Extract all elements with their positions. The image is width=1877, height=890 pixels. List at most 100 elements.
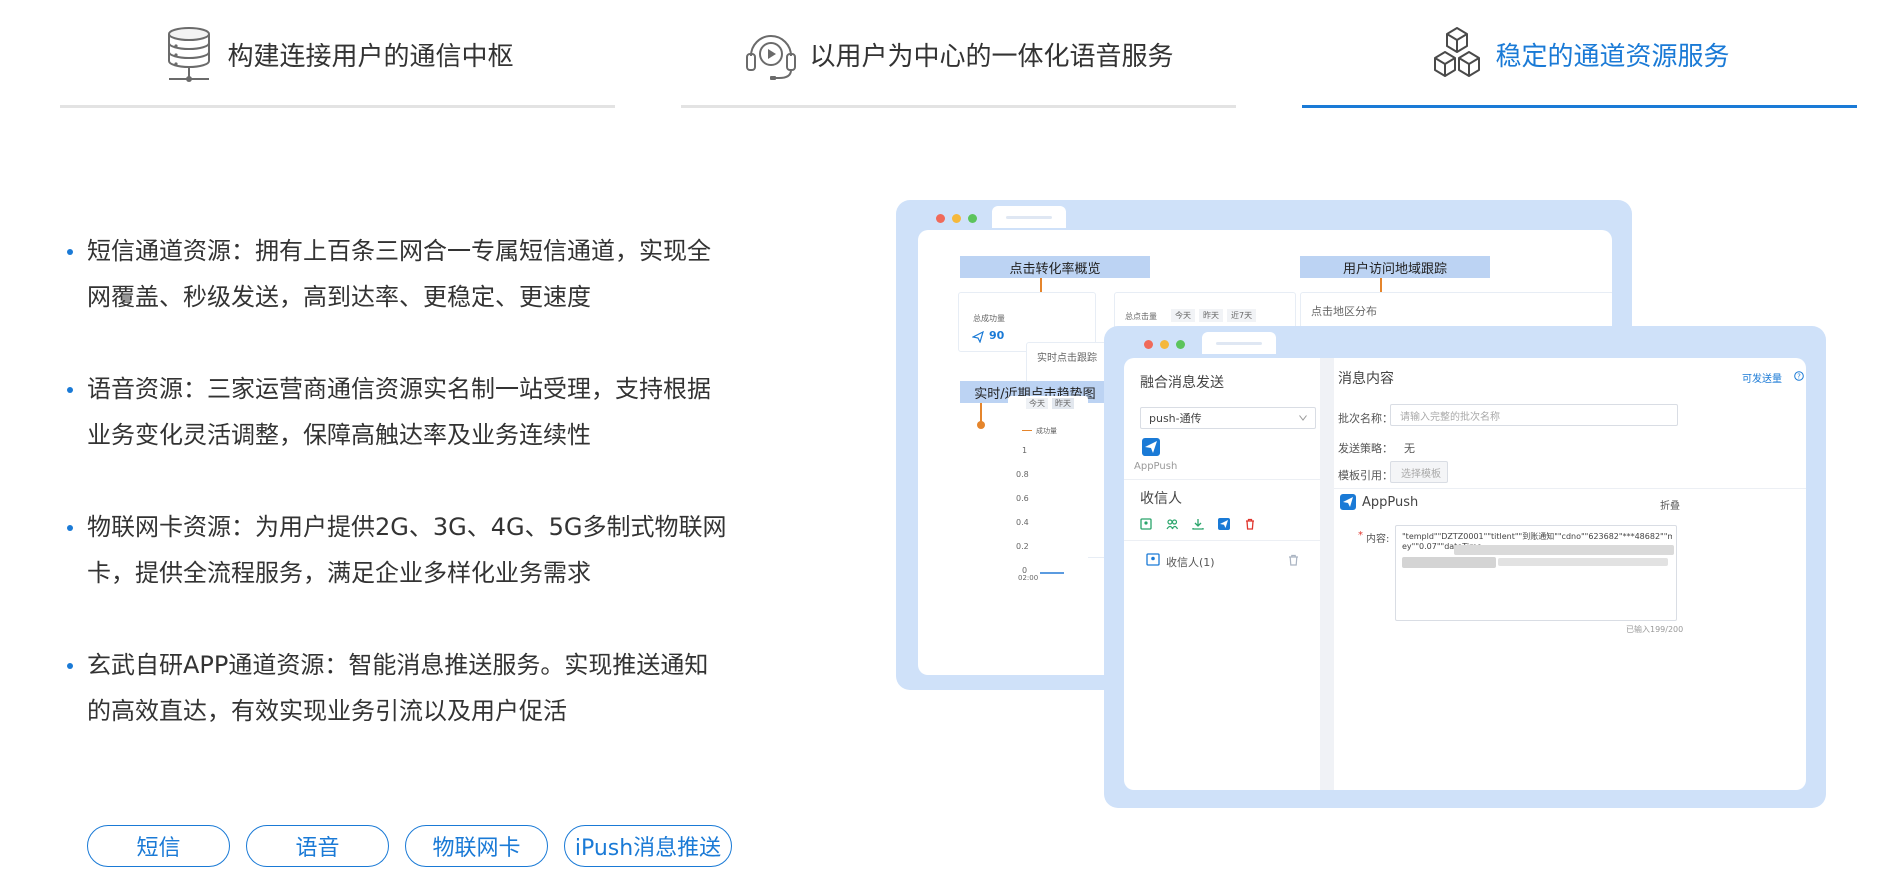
group-icon[interactable]: [1166, 518, 1178, 530]
trash-icon[interactable]: [1288, 554, 1299, 566]
list-item-line: 玄武自研APP通道资源：智能消息推送服务。实现推送通知: [87, 651, 709, 679]
tab-underline: [681, 105, 1236, 108]
send-panel: 融合消息发送 push-通传 AppPush 收信人 收信人(1): [1124, 358, 1320, 790]
content-panel: 消息内容 可发送量 ? 批次名称： 请输入完整的批次名称 发送策略： 无 模板引…: [1334, 358, 1806, 790]
y-tick: 0.8: [1016, 470, 1029, 479]
legend-marker: [1022, 430, 1032, 431]
tag-sms-button[interactable]: 短信: [87, 825, 230, 867]
help-icon[interactable]: ?: [1794, 371, 1804, 381]
tag-ipush-button[interactable]: iPush消息推送: [564, 825, 732, 867]
contact-card-icon: [1146, 553, 1160, 566]
window-tab: [1202, 332, 1276, 354]
success-value: 90: [989, 329, 1005, 342]
tab-channel-resources[interactable]: 稳定的通道资源服务: [1302, 0, 1857, 108]
realtime-text: 实时点击跟踪: [1037, 353, 1097, 364]
strategy-value: 无: [1404, 442, 1415, 455]
click-label: 总点击量: [1125, 312, 1157, 321]
send-icon[interactable]: [1218, 518, 1230, 530]
collapse-button[interactable]: 折叠: [1660, 497, 1680, 512]
content-line: "templd""DZTZ0001""titlent""到账通知""cdno""…: [1402, 532, 1672, 541]
redacted-text: [1402, 557, 1496, 568]
tag-iot-card-button[interactable]: 物联网卡: [405, 825, 548, 867]
tab-underline: [60, 105, 615, 108]
send-panel-title: 融合消息发送: [1140, 375, 1224, 391]
batch-name-placeholder: 请输入完整的批次名称: [1400, 411, 1500, 423]
select-template-button[interactable]: 选择模板: [1390, 461, 1448, 483]
window-controls: [1144, 340, 1185, 349]
list-item: 短信通道资源：拥有上百条三网合一专属短信通道，实现全 网覆盖、秒级发送，高到达率…: [62, 228, 752, 320]
filter-today[interactable]: 今天: [1171, 309, 1195, 322]
svg-text:?: ?: [1797, 373, 1801, 381]
contact-card-icon[interactable]: [1140, 518, 1152, 530]
message-send-window: 融合消息发送 push-通传 AppPush 收信人 收信人(1) 消息内容 可…: [1104, 326, 1826, 808]
x-tick: 02:00: [1018, 574, 1039, 582]
close-dot: [936, 214, 945, 223]
trend-tab-today[interactable]: 今天: [1026, 398, 1048, 409]
divider: [1124, 479, 1320, 480]
list-item-line: 业务变化灵活调整，保障高触达率及业务连续性: [87, 421, 591, 449]
list-item-line: 网覆盖、秒级发送，高到达率、更稳定、更速度: [87, 283, 591, 311]
divider: [1334, 488, 1806, 489]
redacted-text: [1498, 558, 1668, 566]
list-item-line: 物联网卡资源：为用户提供2G、3G、4G、5G多制式物联网: [87, 513, 727, 541]
list-item: 玄武自研APP通道资源：智能消息推送服务。实现推送通知 的高效直达，有效实现业务…: [62, 642, 752, 734]
char-counter: 已输入199/200: [1626, 625, 1684, 634]
headset-icon: [746, 35, 797, 80]
chevron-down-icon: [1299, 415, 1307, 421]
minimize-dot: [1160, 340, 1169, 349]
redacted-text: [1454, 545, 1674, 555]
filter-yesterday[interactable]: 昨天: [1199, 309, 1223, 322]
tab-bar: 构建连接用户的通信中枢 以用户为中心的一体化语音服务 稳定的通道资源服务: [0, 0, 1877, 110]
tag-voice-button[interactable]: 语音: [246, 825, 389, 867]
success-label: 总成功量: [973, 314, 1005, 323]
list-item-line: 的高效直达，有效实现业务引流以及用户促活: [87, 697, 567, 725]
list-item: 语音资源：三家运营商通信资源实名制一站受理，支持根据 业务变化灵活调整，保障高触…: [62, 366, 752, 458]
batch-name-input[interactable]: 请输入完整的批次名称: [1390, 404, 1678, 426]
maximize-dot: [1176, 340, 1185, 349]
trash-icon[interactable]: [1244, 518, 1256, 530]
y-tick: 0.4: [1016, 518, 1029, 527]
region-text: 点击地区分布: [1311, 305, 1377, 318]
list-item-line: 语音资源：三家运营商通信资源实名制一站受理，支持根据: [87, 375, 711, 403]
available-link[interactable]: 可发送量: [1742, 370, 1782, 385]
select-template-label: 选择模板: [1401, 468, 1441, 480]
message-send-content: 融合消息发送 push-通传 AppPush 收信人 收信人(1) 消息内容 可…: [1124, 358, 1806, 790]
trend-line: [1040, 572, 1064, 574]
content-textarea[interactable]: "templd""DZTZ0001""titlent""到账通知""cdno""…: [1395, 525, 1677, 621]
batch-label: 批次名称：: [1338, 412, 1393, 425]
y-tick: 0.2: [1016, 542, 1029, 551]
legend-label: 成功量: [1036, 427, 1057, 435]
tag-list: 短信 语音 物联网卡 iPush消息推送: [87, 825, 732, 867]
window-controls: [936, 214, 977, 223]
content-panel-title: 消息内容: [1338, 371, 1394, 387]
list-item-line: 卡，提供全流程服务，满足企业多样化业务需求: [87, 559, 591, 587]
y-tick: 1: [1022, 446, 1028, 455]
tab-label: 稳定的通道资源服务: [1495, 41, 1730, 72]
download-icon[interactable]: [1192, 518, 1204, 530]
tab-communication-hub[interactable]: 构建连接用户的通信中枢: [60, 0, 615, 108]
divider: [1124, 540, 1320, 541]
maximize-dot: [968, 214, 977, 223]
list-item: 物联网卡资源：为用户提供2G、3G、4G、5G多制式物联网 卡，提供全流程服务，…: [62, 504, 752, 596]
content-label: 内容:: [1366, 534, 1390, 545]
channel-select[interactable]: push-通传: [1140, 407, 1316, 429]
tab-label: 构建连接用户的通信中枢: [227, 41, 514, 72]
apppush-title: AppPush: [1362, 495, 1419, 510]
tab-voice-service[interactable]: 以用户为中心的一体化语音服务: [681, 0, 1236, 108]
apppush-label: AppPush: [1134, 461, 1178, 472]
template-label: 模板引用：: [1338, 469, 1393, 482]
recipient-item[interactable]: 收信人(1): [1166, 554, 1215, 570]
filter-7days[interactable]: 近7天: [1227, 309, 1257, 322]
required-mark: *: [1358, 530, 1363, 541]
trend-chart: 今天 昨天 成功量 1 0.8 0.6 0.4 0.2 0 02:00: [1008, 396, 1088, 588]
recipient-title: 收信人: [1140, 491, 1182, 507]
pin-marker: [977, 403, 985, 429]
recipient-toolbar: [1140, 518, 1280, 532]
strategy-label: 发送策略：: [1338, 442, 1393, 455]
trend-tab-yesterday[interactable]: 昨天: [1052, 398, 1074, 409]
region-label: 用户访问地域跟踪: [1300, 256, 1490, 278]
database-icon: [168, 27, 211, 82]
apppush-icon[interactable]: [1142, 438, 1160, 456]
feature-list: 短信通道资源：拥有上百条三网合一专属短信通道，实现全 网覆盖、秒级发送，高到达率…: [62, 228, 752, 780]
conversion-label: 点击转化率概览: [960, 256, 1150, 278]
